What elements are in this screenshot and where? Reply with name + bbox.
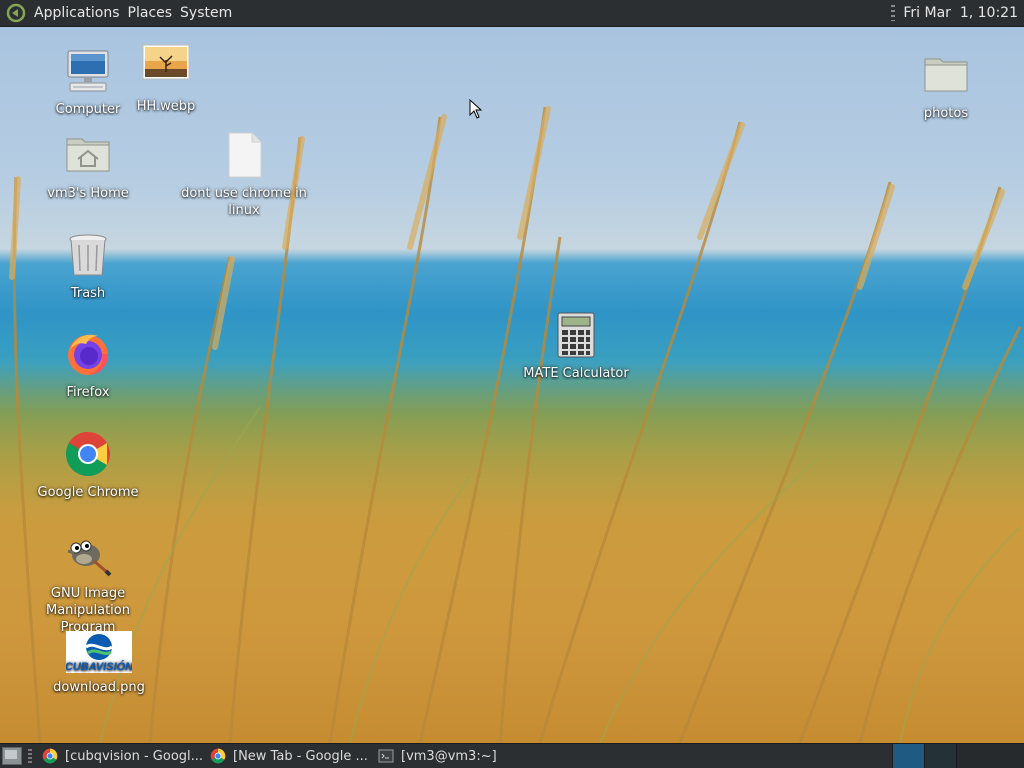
calculator-icon: [557, 312, 595, 358]
clock[interactable]: Fri Mar 1, 10:21: [903, 5, 1018, 21]
gimp-icon: [67, 540, 112, 577]
desktop-icon-chrome[interactable]: Google Chrome: [18, 430, 158, 501]
desktop-icon-hh-webp[interactable]: HH.webp: [96, 44, 236, 115]
mate-logo-icon[interactable]: [5, 2, 27, 24]
taskbar-item-label: [vm3@vm3:~]: [401, 748, 497, 764]
desktop-icon-label: Google Chrome: [37, 485, 139, 500]
desktop-icon-download-png[interactable]: CUBAVISIÓN download.png: [29, 631, 169, 696]
mouse-pointer-icon: [469, 99, 483, 119]
panel-grip-handle[interactable]: [891, 5, 896, 21]
workspace-3-4[interactable]: [956, 744, 1024, 768]
chrome-icon: [42, 748, 58, 764]
terminal-icon: [378, 749, 394, 763]
image-thumbnail-icon: [142, 44, 190, 80]
desktop-icon-trash[interactable]: Trash: [18, 231, 158, 302]
cubavision-logo-thumbnail: CUBAVISIÓN: [65, 631, 134, 673]
applications-menu[interactable]: Applications: [30, 5, 124, 21]
desktop-icon-home[interactable]: vm3's Home: [18, 131, 158, 202]
trash-icon: [69, 234, 107, 276]
desktop-icon-gimp[interactable]: GNU Image Manipulation Program: [18, 531, 158, 636]
desktop-icon-label: MATE Calculator: [523, 366, 629, 381]
home-folder-icon: [66, 138, 110, 172]
desktop-icon-label: vm3's Home: [47, 186, 129, 201]
desktop-icon-calculator[interactable]: MATE Calculator: [506, 311, 646, 382]
desktop-icon-label: HH.webp: [136, 99, 196, 114]
system-menu[interactable]: System: [176, 5, 236, 21]
taskbar-item-chrome-newtab[interactable]: [New Tab - Google ...: [204, 744, 372, 768]
logo-lettering: CUBAVISIÓN: [66, 660, 132, 673]
desktop-icon-photos[interactable]: photos: [876, 51, 1016, 122]
workspace-2[interactable]: [924, 744, 956, 768]
top-panel: Applications Places System Fri Mar 1, 10…: [0, 0, 1024, 27]
desktop-icon-text-file[interactable]: dont use chrome in linux: [174, 131, 314, 219]
desktop-icon-label: dont use chrome in linux: [181, 186, 307, 218]
desktop-icon-label: GNU Image Manipulation Program: [45, 586, 130, 635]
taskbar-item-chrome-cubavision[interactable]: [cubqvision - Googl...: [36, 744, 204, 768]
show-desktop-button[interactable]: [2, 747, 22, 765]
desktop-icon-label: photos: [923, 106, 969, 121]
desktop-icon-label: Firefox: [66, 385, 110, 400]
desktop-icon-label: Trash: [70, 286, 106, 301]
firefox-icon: [68, 334, 108, 375]
workspace-1[interactable]: [892, 744, 924, 768]
desktop-icon-firefox[interactable]: Firefox: [18, 330, 158, 401]
taskbar-item-label: [cubqvision - Googl...: [65, 748, 204, 764]
chrome-icon: [66, 432, 110, 476]
workspace-switcher[interactable]: [892, 744, 956, 768]
desktop-icon-label: download.png: [53, 680, 145, 695]
taskbar-item-label: [New Tab - Google ...: [233, 748, 368, 764]
bottom-panel: [cubqvision - Googl... [New Tab - Google…: [0, 743, 1024, 768]
text-file-icon: [228, 132, 262, 178]
folder-icon: [924, 58, 968, 92]
places-menu[interactable]: Places: [124, 5, 177, 21]
taskbar-grip-handle[interactable]: [28, 749, 32, 763]
taskbar-item-terminal[interactable]: [vm3@vm3:~]: [372, 744, 540, 768]
chrome-icon: [210, 748, 226, 764]
